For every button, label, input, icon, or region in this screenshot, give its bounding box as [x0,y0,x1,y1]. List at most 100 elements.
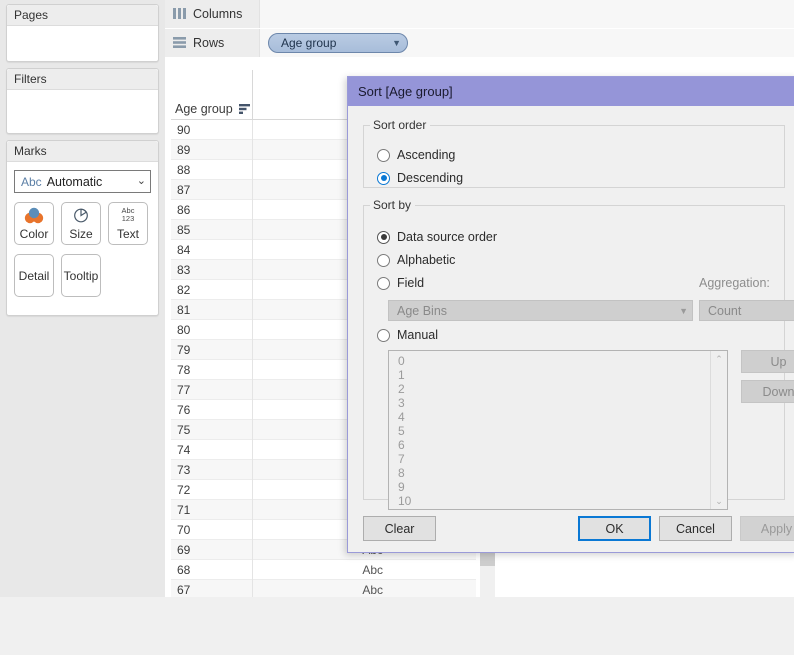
table-cell-age-group: 79 [177,342,191,357]
table-cell-age-group: 90 [177,122,191,137]
chevron-down-icon: ▼ [392,37,401,48]
radio-descending[interactable]: Descending [377,171,463,185]
manual-list-scrollbar[interactable]: ⌃ ⌄ [710,351,727,509]
radio-field-label: Field [397,276,425,290]
scroll-down-arrow-icon[interactable]: ⌄ [711,493,727,509]
clear-button[interactable]: Clear [363,516,436,541]
aggregation-combobox[interactable]: Count ▼ [699,300,794,321]
color-circles-icon [15,203,53,227]
table-cell-age-group: 89 [177,142,191,157]
marks-tooltip-button[interactable]: Tooltip [61,254,101,297]
sort-order-legend: Sort order [373,118,427,132]
manual-order-item[interactable]: 2 [389,382,711,396]
move-up-label: Up [770,354,787,369]
row-divider [252,500,253,520]
field-combobox[interactable]: Age Bins ▼ [388,300,693,321]
marks-card-body: Abc Automatic ⌄ Color Size Abc 123 Text … [7,162,158,297]
marks-text-label: Text [116,227,139,241]
marks-color-button[interactable]: Color [14,202,54,245]
manual-order-item[interactable]: 10 [389,494,711,508]
table-cell-age-group: 81 [177,302,191,317]
radio-field[interactable]: Field [377,276,424,290]
manual-order-item[interactable]: 1 [389,368,711,382]
ok-button[interactable]: OK [578,516,651,541]
radio-alphabetic[interactable]: Alphabetic [377,253,455,267]
row-divider [252,160,253,180]
filters-card-dropzone[interactable] [7,90,158,134]
manual-order-item[interactable]: 9 [389,480,711,494]
manual-order-item[interactable]: 6 [389,438,711,452]
row-divider [252,180,253,200]
radio-ascending[interactable]: Ascending [377,148,455,162]
pill-age-group[interactable]: Age group ▼ [268,32,408,53]
filters-card-title: Filters [7,69,158,90]
column-header-age-group[interactable]: Age group [175,102,250,116]
field-combobox-value: Age Bins [397,303,448,318]
rows-shelf: Rows Age group ▼ [165,28,794,57]
radio-manual-label: Manual [397,328,438,342]
chevron-down-icon: ⌄ [136,175,146,187]
move-up-button[interactable]: Up [741,350,794,373]
marks-tooltip-label: Tooltip [63,268,99,283]
pages-card-dropzone[interactable] [7,26,158,62]
pages-card-title: Pages [7,5,158,26]
sort-dialog-body: Sort order Ascending Descending Sort by … [348,106,794,552]
table-row[interactable]: 67 Abc [171,580,476,597]
radio-alphabetic-label: Alphabetic [397,253,456,267]
row-divider [252,220,253,240]
row-divider [252,300,253,320]
manual-order-item[interactable]: 3 [389,396,711,410]
radio-descending-indicator [377,171,390,185]
manual-order-item[interactable]: 5 [389,424,711,438]
manual-order-item[interactable]: 8 [389,466,711,480]
size-circle-icon [62,203,100,227]
rows-shelf-text: Rows [193,35,225,50]
row-divider [252,260,253,280]
manual-order-item[interactable]: 0 [389,354,711,368]
table-cell-age-group: 72 [177,482,191,497]
table-cell-age-group: 87 [177,182,191,197]
sort-by-legend: Sort by [373,198,412,212]
apply-button: Apply [740,516,794,541]
scroll-up-arrow-icon[interactable]: ⌃ [711,351,727,367]
row-divider [252,560,253,580]
table-row[interactable]: 68 Abc [171,560,476,580]
cancel-button[interactable]: Cancel [659,516,732,541]
mark-type-select[interactable]: Abc Automatic ⌄ [14,170,151,193]
left-panel: Pages Filters Marks Abc Automatic ⌄ Colo… [0,0,165,597]
manual-order-listbox[interactable]: 0 1 2 3 4 5 6 7 8 9 10 ⌃ ⌄ [388,350,728,510]
move-down-button[interactable]: Down [741,380,794,403]
sort-descending-icon[interactable] [238,104,250,114]
manual-order-item[interactable]: 4 [389,410,711,424]
columns-shelf-text: Columns [193,6,243,21]
aggregation-label: Aggregation: [699,276,770,290]
marks-text-button[interactable]: Abc 123 Text [108,202,148,245]
table-cell-age-group: 88 [177,162,191,177]
manual-order-item[interactable]: 7 [389,452,711,466]
row-divider [252,480,253,500]
radio-manual-indicator [377,328,390,342]
radio-manual[interactable]: Manual [377,328,438,342]
columns-icon [173,8,186,19]
sort-order-group: Sort order Ascending Descending [363,118,785,188]
columns-shelf: Columns [165,0,794,28]
table-cell-age-group: 75 [177,422,191,437]
row-divider [252,140,253,160]
rows-icon [173,37,186,48]
columns-shelf-dropzone[interactable] [260,0,794,28]
marks-size-button[interactable]: Size [61,202,101,245]
row-divider [252,420,253,440]
chevron-down-icon: ▼ [679,305,688,316]
radio-data-source-order[interactable]: Data source order [377,230,497,244]
row-divider [252,340,253,360]
table-cell-measure: Abc [362,582,383,597]
table-cell-age-group: 67 [177,582,191,597]
abc-123-icon: Abc 123 [109,203,147,227]
marks-detail-label: Detail [18,268,50,283]
marks-detail-button[interactable]: Detail [14,254,54,297]
table-cell-age-group: 73 [177,462,191,477]
row-divider [252,400,253,420]
table-cell-age-group: 86 [177,202,191,217]
sort-dialog-titlebar[interactable]: Sort [Age group] [348,77,794,106]
rows-shelf-dropzone[interactable]: Age group ▼ [260,28,794,57]
